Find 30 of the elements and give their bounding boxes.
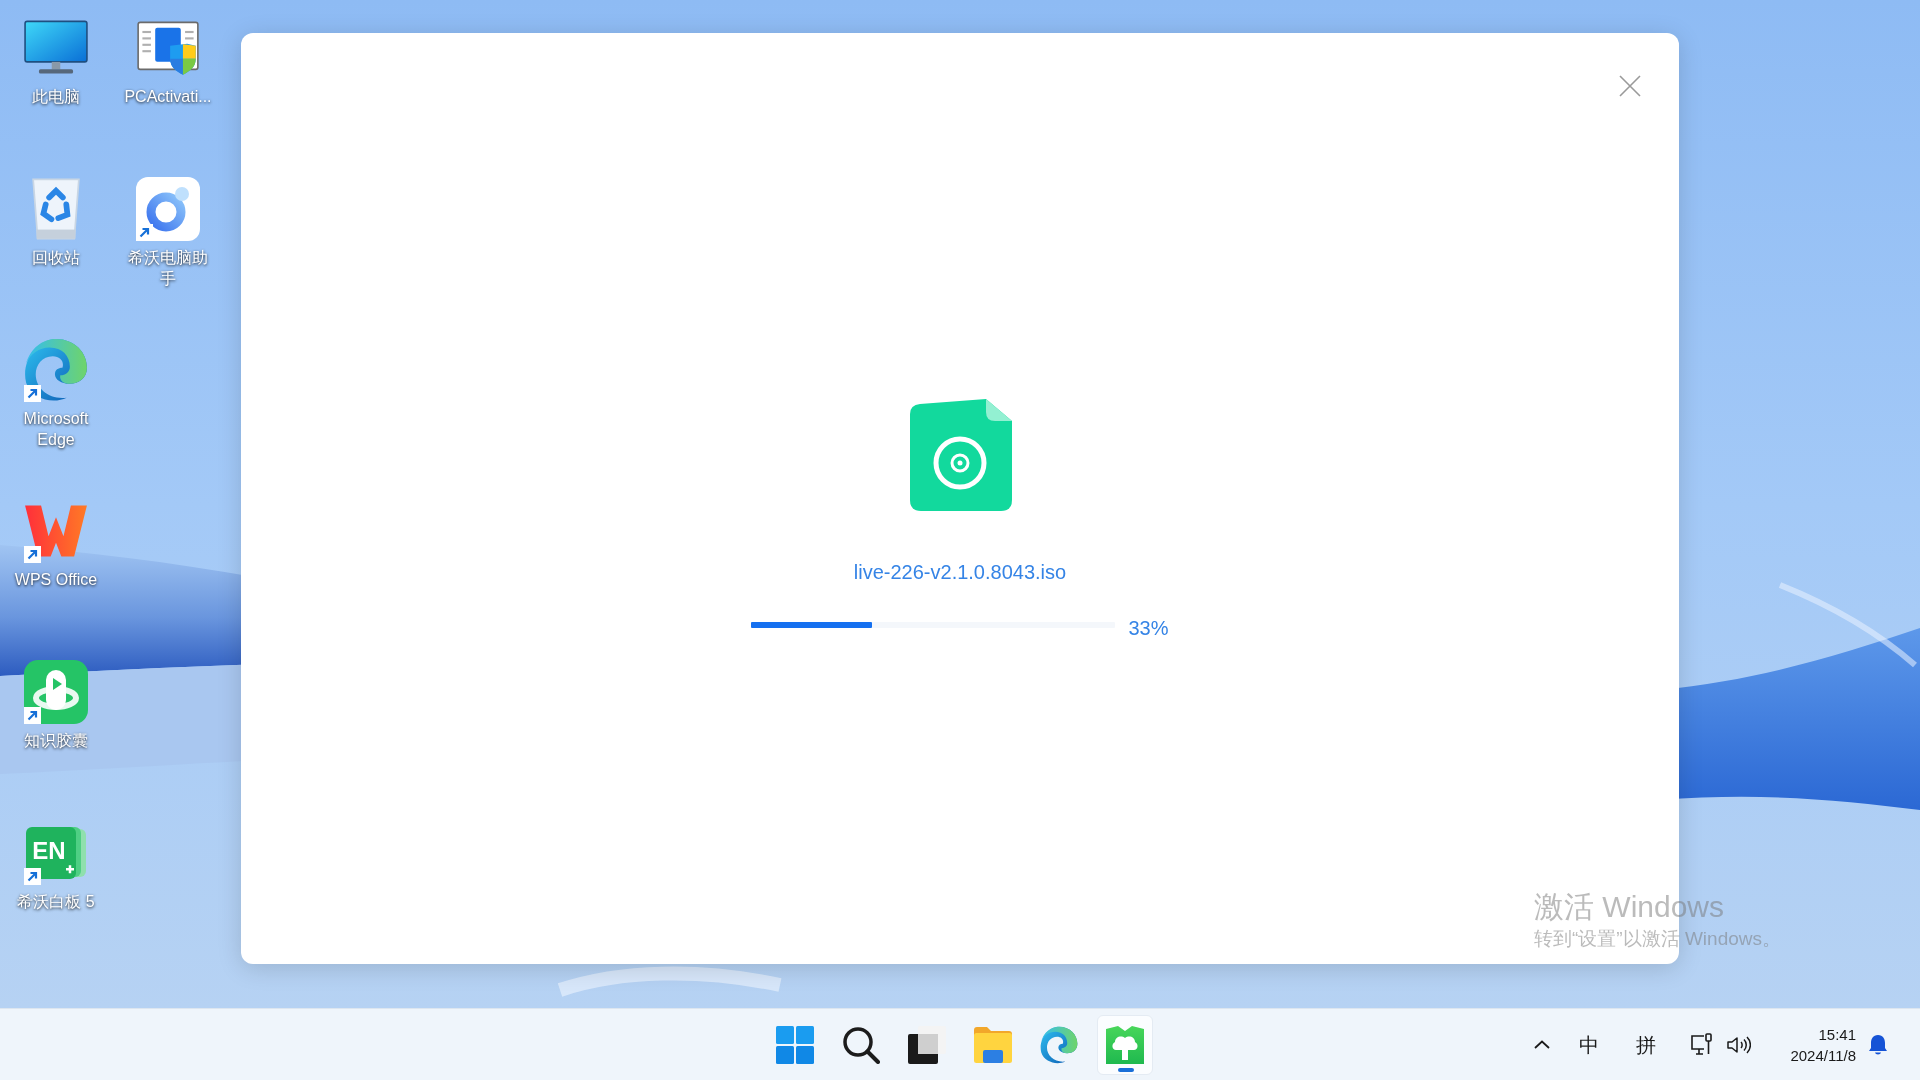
chevron-up-icon <box>1534 1040 1551 1049</box>
input-mode-button[interactable]: 中 <box>1571 1026 1608 1063</box>
ring-logo-icon[interactable] <box>136 177 200 241</box>
progress-percent: 33% <box>1128 616 1169 641</box>
desktop-item-label[interactable]: 希沃电脑助手 <box>122 247 214 289</box>
desktop-item-label[interactable]: 此电脑 <box>32 86 80 107</box>
desktop-item-label[interactable]: Microsoft Edge <box>10 408 102 450</box>
wave-logo-icon <box>1040 1025 1078 1064</box>
speaker-icon <box>1727 1034 1752 1055</box>
disc-file-icon <box>908 399 1012 512</box>
search-icon <box>842 1025 880 1064</box>
task-view-icon <box>908 1025 946 1064</box>
file-name: live-226-v2.1.0.8043.iso <box>853 560 1067 585</box>
close-icon <box>1619 75 1641 97</box>
wave-logo-icon[interactable] <box>24 338 88 402</box>
folder-icon <box>974 1025 1012 1064</box>
start-icon <box>776 1025 814 1064</box>
desktop-item-label[interactable]: 回收站 <box>32 247 80 268</box>
wired-network-icon <box>1690 1032 1715 1057</box>
input-method-button[interactable]: 拼 <box>1628 1026 1665 1063</box>
close-button[interactable] <box>1619 75 1641 97</box>
tree-tile-icon <box>1106 1025 1144 1064</box>
active-indicator <box>1118 1067 1134 1072</box>
bell-icon <box>1868 1033 1888 1056</box>
clock-button[interactable]: 15:41 2024/11/8 <box>1782 1023 1864 1066</box>
play-tile-icon[interactable] <box>24 660 88 724</box>
desktop-item-label[interactable]: 知识胶囊 <box>24 730 88 751</box>
desktop-item-label[interactable]: 希沃白板 5 <box>17 891 95 912</box>
desktop-item-label[interactable]: PCActivati... <box>124 86 212 107</box>
desktop-item-label[interactable]: WPS Office <box>14 569 98 590</box>
